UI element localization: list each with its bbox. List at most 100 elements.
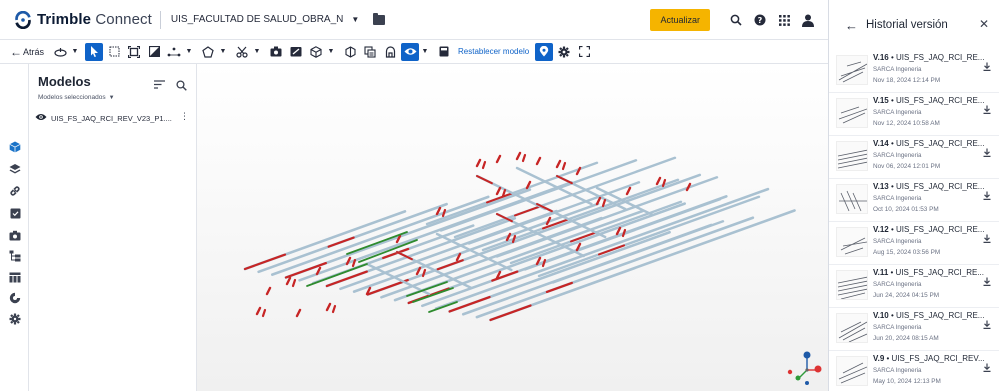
model-list-item[interactable]: UIS_FS_JAQ_RCI_REV_V23_P1.... ⋮: [35, 109, 191, 127]
download-icon[interactable]: [983, 320, 991, 331]
gear-icon[interactable]: [8, 312, 22, 326]
version-thumbnail: [836, 141, 868, 171]
version-number: V.13: [873, 182, 889, 191]
help-icon[interactable]: ?: [748, 8, 772, 32]
fullscreen-icon[interactable]: [575, 43, 593, 61]
markup-icon[interactable]: [287, 43, 305, 61]
back-arrow-icon[interactable]: ←: [845, 18, 858, 33]
version-date: Aug 15, 2024 03:56 PM: [873, 249, 941, 256]
fit-icon[interactable]: [125, 43, 143, 61]
pipe-segment: [555, 159, 562, 169]
sort-icon[interactable]: [154, 80, 165, 92]
measure-icon[interactable]: [165, 43, 183, 61]
eye-icon[interactable]: [35, 112, 47, 124]
version-title: V.14 • UIS_FS_JAQ_RCI_RE...: [873, 139, 985, 148]
calculator-icon[interactable]: [435, 43, 453, 61]
table-icon[interactable]: [8, 270, 22, 284]
trimble-connect-logo[interactable]: Trimble Connect: [14, 10, 152, 29]
clipboard-icon[interactable]: [8, 206, 22, 220]
tag-icon[interactable]: [8, 291, 22, 305]
pipe-segment: [243, 253, 287, 271]
version-title: V.11 • UIS_FS_JAQ_RCI_RE...: [873, 268, 985, 277]
pipe-segment: [325, 302, 332, 312]
version-item[interactable]: V.11 • UIS_FS_JAQ_RCI_RE... SARCA Ingener…: [836, 265, 991, 306]
svg-text:?: ?: [758, 16, 763, 25]
update-button[interactable]: Actualizar: [650, 9, 710, 31]
chevron-down-icon[interactable]: ▼: [421, 43, 429, 61]
layers-icon[interactable]: [361, 43, 379, 61]
pipe-segment: [265, 286, 272, 296]
location-icon[interactable]: [535, 42, 554, 61]
more-vertical-icon[interactable]: ⋮: [180, 111, 189, 122]
chevron-down-icon[interactable]: ▼: [219, 43, 227, 61]
3d-model-viewport[interactable]: [197, 64, 828, 391]
section-icon[interactable]: [145, 43, 163, 61]
gear-icon[interactable]: [555, 43, 573, 61]
version-author: SARCA Ingeneria: [873, 281, 922, 288]
version-file-name: UIS_FS_JAQ_RCI_RE...: [895, 268, 985, 277]
download-icon[interactable]: [983, 105, 991, 116]
models-filter-dropdown[interactable]: Modelos seleccionados ▼: [38, 94, 115, 101]
orbit-icon[interactable]: [51, 43, 69, 61]
select-icon[interactable]: [85, 42, 104, 61]
version-file-name: UIS_FS_JAQ_RCI_RE...: [895, 225, 985, 234]
download-icon[interactable]: [983, 62, 991, 73]
version-thumbnail: [836, 313, 868, 343]
cut-icon[interactable]: [233, 43, 251, 61]
shape-icon[interactable]: [199, 43, 217, 61]
camera-icon[interactable]: [8, 228, 22, 242]
user-icon[interactable]: [796, 8, 820, 32]
pipe-segment: [595, 196, 602, 206]
version-item[interactable]: V.9 • UIS_FS_JAQ_RCI_REV... SARCA Ingener…: [836, 351, 991, 391]
snapshot-icon[interactable]: [267, 43, 285, 61]
layers-icon[interactable]: [8, 162, 22, 176]
version-date: Nov 18, 2024 12:14 PM: [873, 77, 941, 84]
clip-icon[interactable]: [381, 43, 399, 61]
version-date: Nov 12, 2024 10:58 AM: [873, 120, 940, 127]
version-title: V.15 • UIS_FS_JAQ_RCI_RE...: [873, 96, 985, 105]
folder-icon[interactable]: [373, 12, 386, 25]
download-icon[interactable]: [983, 148, 991, 159]
version-file-name: UIS_FS_JAQ_RCI_RE...: [895, 182, 985, 191]
reset-model-button[interactable]: Restablecer modelo: [458, 47, 529, 56]
orientation-gizmo[interactable]: [787, 348, 827, 388]
pipe-segment: [655, 176, 662, 186]
download-icon[interactable]: [983, 234, 991, 245]
chevron-down-icon[interactable]: ▼: [253, 43, 261, 61]
version-item[interactable]: V.15 • UIS_FS_JAQ_RCI_RE... SARCA Ingener…: [836, 93, 991, 134]
version-number: V.15: [873, 96, 889, 105]
version-item[interactable]: V.16 • UIS_FS_JAQ_RCI_RE... SARCA Ingener…: [836, 50, 991, 91]
download-icon[interactable]: [983, 277, 991, 288]
search-icon[interactable]: [724, 8, 748, 32]
apps-grid-icon[interactable]: [772, 8, 796, 32]
version-title: V.9 • UIS_FS_JAQ_RCI_REV...: [873, 354, 985, 363]
cube-icon[interactable]: [307, 43, 325, 61]
pipe-segment: [556, 175, 573, 185]
download-icon[interactable]: [983, 363, 991, 374]
chevron-down-icon[interactable]: ▼: [185, 43, 193, 61]
pipe-segment: [545, 281, 573, 294]
version-item[interactable]: V.14 • UIS_FS_JAQ_RCI_RE... SARCA Ingener…: [836, 136, 991, 177]
version-item[interactable]: V.12 • UIS_FS_JAQ_RCI_RE... SARCA Ingener…: [836, 222, 991, 263]
visibility-icon[interactable]: [401, 42, 420, 61]
pipe-segment: [495, 154, 502, 164]
project-selector[interactable]: UIS_FACULTAD DE SALUD_OBRA_N ▼: [171, 14, 359, 25]
box-select-icon[interactable]: [105, 43, 123, 61]
chevron-down-icon[interactable]: ▼: [71, 43, 79, 61]
version-item[interactable]: V.13 • UIS_FS_JAQ_RCI_RE... SARCA Ingener…: [836, 179, 991, 220]
close-icon[interactable]: ✕: [979, 17, 989, 31]
version-item[interactable]: V.10 • UIS_FS_JAQ_RCI_RE... SARCA Ingener…: [836, 308, 991, 349]
version-date: Jun 24, 2024 04:15 PM: [873, 292, 940, 299]
version-author: SARCA Ingeneria: [873, 367, 922, 374]
back-button[interactable]: ← Atrás: [10, 45, 44, 59]
pipe-segment: [514, 205, 541, 217]
download-icon[interactable]: [983, 191, 991, 202]
pipe-segment: [625, 186, 632, 196]
link-icon[interactable]: [8, 184, 22, 198]
isolate-icon[interactable]: [341, 43, 359, 61]
models-cube-icon[interactable]: [8, 140, 22, 154]
tree-icon[interactable]: [8, 249, 22, 263]
pipe-segment: [261, 308, 267, 318]
search-icon[interactable]: [176, 80, 187, 94]
chevron-down-icon[interactable]: ▼: [327, 43, 335, 61]
